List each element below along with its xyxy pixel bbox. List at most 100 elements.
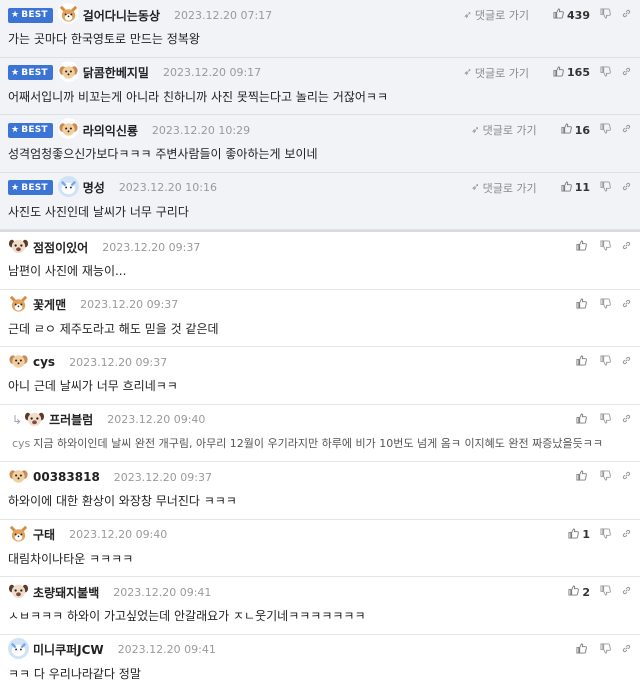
timestamp: 2023.12.20 10:29: [151, 123, 251, 137]
upvote-button[interactable]: 1: [568, 527, 590, 542]
timestamp: 2023.12.20 09:17: [162, 66, 262, 79]
downvote-button[interactable]: [600, 585, 611, 599]
comment-actions: ➶ 댓글로 가기 165: [464, 65, 632, 81]
upvote-button[interactable]: 2: [568, 585, 590, 599]
downvote-button[interactable]: [600, 355, 611, 369]
upvote-button[interactable]: 439: [553, 8, 590, 22]
share-link-button[interactable]: [621, 123, 632, 137]
downvote-button[interactable]: [600, 527, 611, 542]
go-to-reply-label: 댓글로 가기: [474, 66, 530, 80]
comment: 꽃게맨 2023.12.20 09:37 근데 ㄹㅇ 제주도라고 해도 믿을 것 같…: [0, 290, 640, 347]
downvote-button[interactable]: [600, 8, 611, 22]
nickname[interactable]: 걸어다니는동상: [83, 7, 160, 24]
downvote-button[interactable]: [600, 470, 611, 484]
reply-target[interactable]: cys: [12, 437, 30, 450]
timestamp: 2023.12.20 09:37: [69, 355, 168, 369]
nickname[interactable]: cys: [33, 355, 55, 369]
share-link-button[interactable]: [621, 8, 632, 22]
upvote-button[interactable]: 16: [561, 123, 590, 137]
nickname[interactable]: 프러블럼: [49, 411, 93, 428]
thumb-down-icon: [600, 527, 611, 542]
upvote-button[interactable]: [576, 240, 590, 254]
avatar[interactable]: [57, 3, 83, 27]
share-link-button[interactable]: [621, 181, 632, 195]
upvote-count: 16: [574, 123, 590, 137]
comment: 구태 2023.12.20 09:40 1 대림차이나타운 ㅋㅋㅋㅋ: [0, 520, 640, 577]
comment-text-row: 어째서입니까 비꼬는게 아니라 친하니까 사진 못찍는다고 놀리는 거잖어ㅋㅋ: [8, 88, 632, 115]
downvote-button[interactable]: [600, 297, 611, 312]
comment-text-row: ㅋㅋ 다 우리나라같다 정말: [8, 665, 632, 687]
timestamp: 2023.12.20 10:16: [118, 181, 217, 194]
upvote-count: 1: [582, 528, 590, 541]
go-to-reply-button[interactable]: ➶ 댓글로 가기: [464, 65, 530, 81]
nickname[interactable]: 구태: [33, 526, 55, 543]
share-link-button[interactable]: [621, 413, 632, 427]
avatar[interactable]: [57, 118, 83, 142]
upvote-button[interactable]: [576, 412, 590, 427]
nickname[interactable]: 꽃게맨: [33, 296, 66, 313]
share-link-button[interactable]: [621, 240, 632, 254]
nickname[interactable]: 미니쿠퍼JCW: [33, 641, 104, 658]
nickname[interactable]: 닭콤한베지밀: [83, 64, 149, 81]
avatar[interactable]: [8, 350, 33, 374]
share-link-button[interactable]: [621, 470, 632, 484]
share-link-button[interactable]: [621, 643, 632, 657]
avatar[interactable]: [57, 60, 83, 85]
downvote-button[interactable]: [600, 240, 611, 254]
upvote-button[interactable]: [576, 297, 590, 312]
avatar[interactable]: [8, 580, 33, 604]
upvote-button[interactable]: 11: [561, 180, 590, 195]
avatar[interactable]: [8, 637, 33, 662]
avatar[interactable]: [57, 175, 83, 200]
avatar[interactable]: [8, 235, 33, 259]
comment-header: ★ BEST 명성 2023.12.20 10:16 ➶ 댓글로 가기 11: [8, 173, 632, 203]
thumb-down-icon: [600, 642, 611, 657]
comment: 점점이있어 2023.12.20 09:37 남편이 사진에 재능이...: [0, 232, 640, 290]
comment-text-row: 대림차이나타운 ㅋㅋㅋㅋ: [8, 550, 632, 577]
comment-text-row: 아니 근데 날씨가 너무 흐리네ㅋㅋ: [8, 377, 632, 404]
nickname[interactable]: 라의익신룡: [83, 122, 138, 139]
downvote-button[interactable]: [600, 180, 611, 195]
comment-actions: [566, 240, 632, 254]
reply-comment: ↳ 프러블럼 2023.12.20 09:40 cys 지금 하와이인데 날씨 완전 개…: [0, 405, 640, 462]
share-link-button[interactable]: [621, 585, 632, 599]
upvote-button[interactable]: 165: [553, 65, 590, 80]
nickname[interactable]: 명성: [83, 179, 105, 196]
best-comment: ★ BEST 닭콤한베지밀 2023.12.20 09:17 ➶ 댓글로 가기 165 어째서…: [0, 57, 640, 115]
comment-actions: ➶ 댓글로 가기 16: [471, 122, 632, 138]
share-link-button[interactable]: [621, 298, 632, 312]
thumb-up-icon: [576, 412, 587, 427]
thumb-up-icon: [561, 123, 572, 137]
nickname[interactable]: 00383818: [33, 470, 100, 484]
link-icon: [621, 470, 632, 484]
comment-actions: 2: [558, 585, 632, 599]
thumb-down-icon: [600, 65, 611, 80]
upvote-button[interactable]: [576, 355, 590, 369]
comment-text-row: 근데 ㄹㅇ 제주도라고 해도 믿을 것 같은데: [8, 320, 632, 347]
avatar[interactable]: [8, 292, 33, 317]
go-to-reply-label: 댓글로 가기: [482, 124, 537, 137]
downvote-button[interactable]: [600, 642, 611, 657]
avatar[interactable]: [8, 465, 33, 489]
go-to-reply-button[interactable]: ➶ 댓글로 가기: [471, 180, 537, 196]
avatar[interactable]: [8, 522, 33, 547]
upvote-button[interactable]: [576, 470, 590, 484]
go-to-reply-button[interactable]: ➶ 댓글로 가기: [464, 7, 530, 23]
comment-actions: ➶ 댓글로 가기 439: [464, 7, 632, 23]
downvote-button[interactable]: [600, 65, 611, 80]
thumb-up-icon: [576, 470, 587, 484]
go-to-reply-button[interactable]: ➶ 댓글로 가기: [471, 122, 537, 138]
avatar[interactable]: [24, 407, 49, 432]
nickname[interactable]: 점점이있어: [33, 239, 88, 256]
downvote-button[interactable]: [600, 412, 611, 427]
downvote-button[interactable]: [600, 123, 611, 137]
upvote-button[interactable]: [576, 642, 590, 657]
share-link-button[interactable]: [621, 66, 632, 80]
share-link-button[interactable]: [621, 528, 632, 542]
upvote-count: 2: [582, 585, 590, 599]
thumb-down-icon: [600, 297, 611, 312]
best-label: BEST: [21, 67, 48, 78]
nickname[interactable]: 초량돼지불백: [33, 584, 99, 601]
comment-text-row: cys 지금 하와이인데 날씨 완전 개구림, 아무리 12월이 우기라지만 하루…: [12, 435, 632, 462]
share-link-button[interactable]: [621, 355, 632, 369]
